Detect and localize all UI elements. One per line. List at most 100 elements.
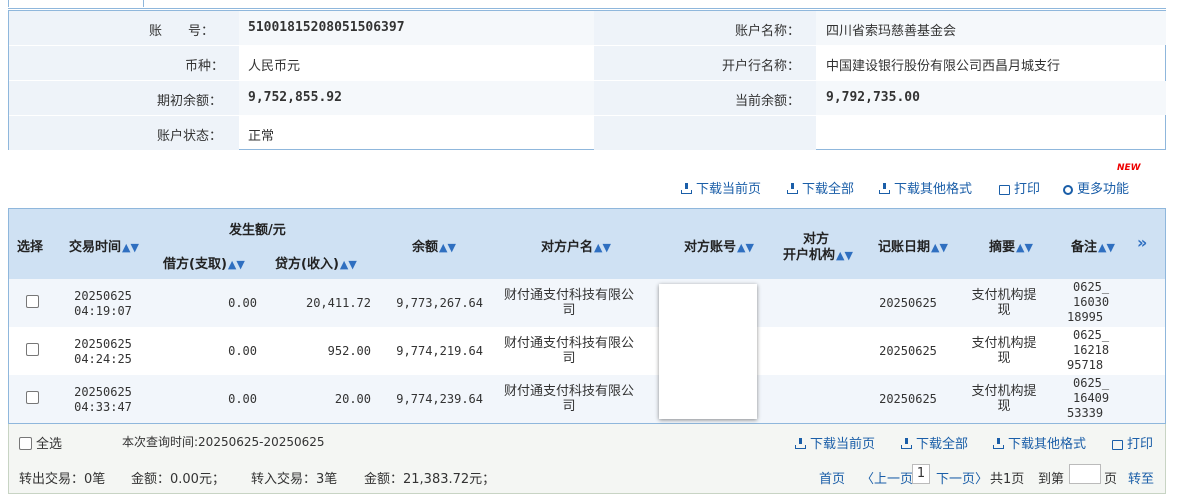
current-page[interactable]: 1 [912,464,930,484]
download-icon [879,183,890,194]
row-balance: 9,774,219.64 [396,344,483,358]
header-amount-group: 发生额/元 [229,223,286,238]
header-posting-date[interactable]: 记账日期▲▼ [878,236,948,255]
table-footer: 全选 本次查询时间:20250625-20250625 下载当前页 下载全部 下… [8,424,1166,494]
header-counterparty-bank[interactable]: 开户机构▲▼ [783,244,853,263]
row-time: 20250625 04:33:47 [74,385,132,414]
row-posting-date: 20250625 [879,344,937,358]
sort-icon: ▲▼ [439,241,456,254]
bank-value: 中国建设银行股份有限公司西昌月城支行 [826,59,1061,74]
row-counterparty-name: 财付通支付科技有限公司 [503,336,634,366]
current-balance-label: 当前余额： [735,94,801,109]
current-balance-value: 9,792,735.00 [826,90,920,105]
download-all-button[interactable]: 下载全部 [787,178,854,197]
row-checkbox[interactable] [26,391,39,404]
select-all[interactable]: 全选 [19,433,62,452]
row-debit: 0.00 [228,344,257,358]
header-remark[interactable]: 备注▲▼ [1071,236,1115,255]
printer-icon [999,185,1010,195]
row-balance: 9,773,267.64 [396,296,483,310]
header-summary[interactable]: 摘要▲▼ [989,236,1033,255]
footer-print-button[interactable]: 打印 [1112,433,1153,452]
sort-icon: ▲▼ [339,258,357,271]
row-posting-date: 20250625 [879,392,937,406]
row-credit: 952.00 [327,344,371,358]
next-page-link[interactable]: 下一页〉 [936,468,988,487]
account-no-label: 账 号： [149,24,215,39]
opening-balance-label: 期初余额： [157,94,223,109]
top-tab-strip [8,0,1166,9]
jump-button[interactable]: 转至 [1128,468,1154,487]
header-credit[interactable]: 贷方(收入)▲▼ [275,253,357,272]
table-row: 20250625 04:19:07 0.00 20,411.72 9,773,267.6… [9,279,1165,327]
counterparty-account-redaction [659,284,757,419]
new-badge: NEW [1117,163,1141,173]
print-button[interactable]: 打印 [999,178,1040,197]
table-row: 20250625 04:33:47 0.00 20.00 9,774,239.64 财付通… [9,375,1165,423]
sort-icon: ▲▼ [931,241,948,254]
first-page-link[interactable]: 首页 [819,468,845,487]
active-tab[interactable] [8,0,144,7]
header-counterparty-name[interactable]: 对方户名▲▼ [541,236,611,255]
row-checkbox[interactable] [26,295,39,308]
sort-icon: ▲▼ [122,241,139,254]
row-credit: 20.00 [334,392,371,406]
sort-icon: ▲▼ [836,249,853,262]
footer-download-current-button[interactable]: 下载当前页 [795,433,875,452]
download-icon [681,183,692,194]
in-amount: 金额：21,383.72元； [364,472,496,487]
printer-icon [1112,440,1123,450]
goto-label: 到第 [1038,472,1065,487]
footer-download-all-button[interactable]: 下载全部 [901,433,968,452]
sort-icon: ▲▼ [594,241,611,254]
row-balance: 9,774,239.64 [396,392,483,406]
download-current-page-button[interactable]: 下载当前页 [681,178,761,197]
header-debit[interactable]: 借方(支取)▲▼ [163,253,245,272]
row-summary: 支付机构提现 [971,384,1037,414]
select-all-checkbox[interactable] [19,437,32,450]
download-icon [795,438,806,449]
info-row-account: 账 号： 51001815208051506397 账户名称： 四川省索玛慈善基… [9,11,1166,46]
header-balance[interactable]: 余额▲▼ [412,236,456,255]
table-header: 选择 交易时间▲▼ 发生额/元 借方(支取)▲▼ 贷方(收入)▲▼ 余额▲▼ 对… [9,209,1165,280]
header-time[interactable]: 交易时间▲▼ [69,236,139,255]
row-summary: 支付机构提现 [971,288,1037,318]
row-remark: 0625_ 16409 53339 [1067,376,1110,420]
download-icon [901,438,912,449]
row-time: 20250625 04:19:07 [74,289,132,318]
info-row-status: 账户状态： 正常 [9,116,1165,151]
goto-page-input[interactable] [1069,464,1101,484]
out-amount: 金额：0.00元； [131,472,225,487]
download-other-format-button[interactable]: 下载其他格式 [879,178,972,197]
table-row: 20250625 04:24:25 0.00 952.00 9,774,219.64 财付… [9,327,1165,375]
row-time: 20250625 04:24:25 [74,337,132,366]
row-counterparty-name: 财付通支付科技有限公司 [503,384,634,414]
sort-icon: ▲▼ [737,241,754,254]
opening-balance-value: 9,752,855.92 [248,90,342,105]
header-counterparty-account[interactable]: 对方账号▲▼ [684,236,754,255]
row-posting-date: 20250625 [879,296,937,310]
download-icon [993,438,1004,449]
out-transactions: 转出交易：0笔 [19,472,106,487]
sort-icon: ▲▼ [227,258,245,271]
bank-label: 开户行名称： [722,59,801,74]
info-row-balance: 期初余额： 9,752,855.92 当前余额： 9,792,735.00 [9,81,1166,116]
row-remark: 0625_ 16030 18995 [1067,280,1110,324]
download-icon [787,183,798,194]
transactions-table: 选择 交易时间▲▼ 发生额/元 借方(支取)▲▼ 贷方(收入)▲▼ 余额▲▼ 对… [8,208,1166,424]
footer-download-other-button[interactable]: 下载其他格式 [993,433,1086,452]
currency-value: 人民币元 [248,59,301,74]
row-debit: 0.00 [228,392,257,406]
account-info-panel: 账 号： 51001815208051506397 账户名称： 四川省索玛慈善基… [8,10,1166,150]
account-no-value: 51001815208051506397 [248,20,405,35]
row-checkbox[interactable] [26,343,39,356]
expand-columns-icon[interactable]: » [1137,233,1147,252]
row-counterparty-name: 财付通支付科技有限公司 [503,288,634,318]
info-row-currency: 币种： 人民币元 开户行名称： 中国建设银行股份有限公司西昌月城支行 [9,46,1165,81]
currency-label: 币种： [185,59,225,74]
account-name-label: 账户名称： [735,24,801,39]
more-functions-button[interactable]: 更多功能 [1063,178,1129,197]
prev-page-link[interactable]: 〈上一页 [861,468,913,487]
sort-icon: ▲▼ [1098,241,1115,254]
total-pages: 共1页 [990,472,1025,487]
